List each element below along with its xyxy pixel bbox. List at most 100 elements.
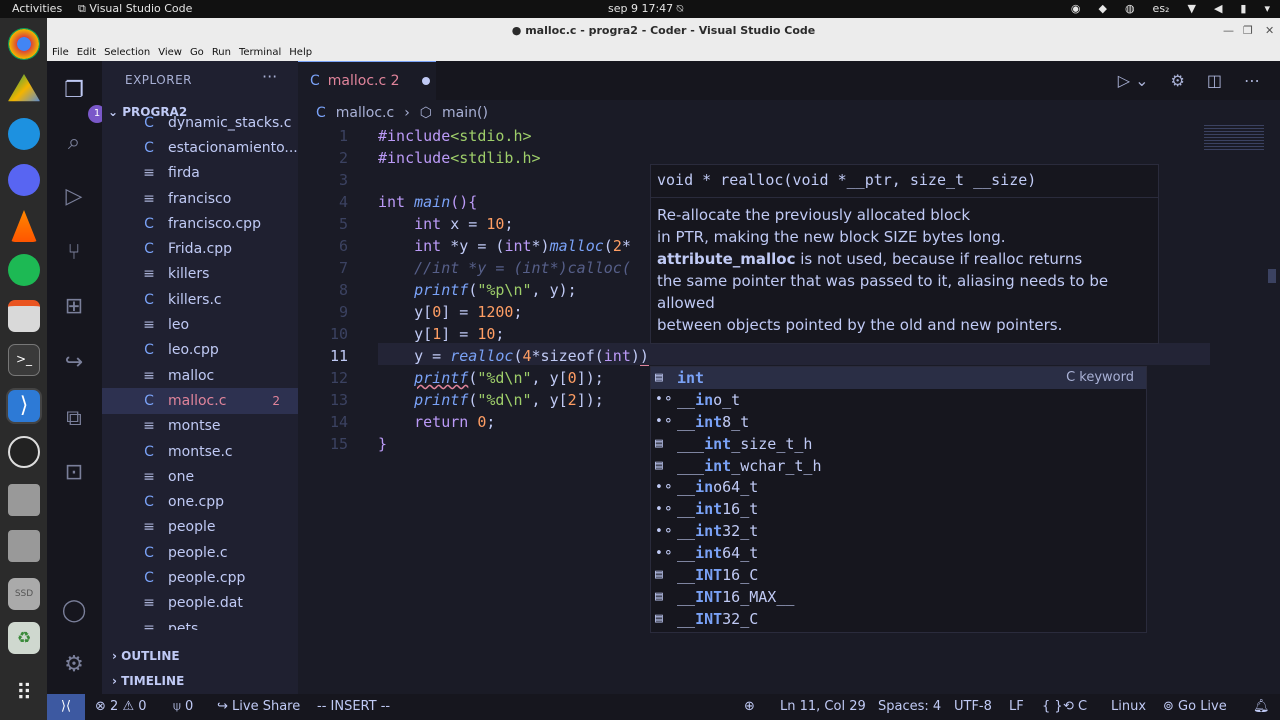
file-item[interactable]: C Frida.cpp [102, 236, 298, 261]
search-icon[interactable]: ⌕ [60, 129, 88, 157]
activities-button[interactable]: Activities [12, 2, 62, 15]
braces-icon[interactable]: { } [1042, 699, 1063, 714]
account-icon[interactable]: ◯ [60, 597, 88, 625]
suggestion-item[interactable]: ▤ __ INT 16_C [651, 564, 1146, 586]
file-item[interactable]: Cpeople.c [102, 540, 298, 565]
app-menu[interactable]: ⧉ Visual Studio Code [78, 2, 192, 16]
file-item[interactable]: ≡ people [102, 515, 298, 540]
file-item[interactable]: Cdynamic_stacks.c [102, 110, 298, 135]
more-actions-icon[interactable]: ⋯ [1244, 71, 1260, 90]
end-of-line[interactable]: LF [1009, 699, 1024, 714]
discord-icon[interactable] [8, 164, 40, 196]
suggestion-item[interactable]: •⚬ __ in o_t [651, 389, 1146, 411]
vlc-icon[interactable] [11, 210, 37, 242]
outline-section[interactable]: › OUTLINE [112, 649, 180, 663]
disk-icon[interactable] [8, 484, 40, 516]
maximize-button[interactable]: ❐ [1243, 24, 1253, 37]
indentation[interactable]: Spaces: 4 [878, 699, 941, 714]
ssd-icon[interactable]: SSD [8, 578, 40, 610]
menu-file[interactable]: File [52, 47, 69, 58]
timeline-section[interactable]: › TIMELINE [112, 674, 184, 688]
run-debug-icon[interactable]: ▷ [60, 183, 88, 211]
spotify-icon[interactable] [8, 254, 40, 286]
file-item[interactable]: Cmalloc.c 2 [102, 388, 298, 414]
suggestion-item[interactable]: •⚬ __ int 16_t [651, 498, 1146, 520]
language-mode[interactable]: ⟲ C [1063, 699, 1087, 714]
live-share-icon[interactable]: ↪ [60, 349, 88, 377]
file-item[interactable]: ≡ pets [102, 616, 298, 630]
file-item[interactable]: ≡ killers [102, 262, 298, 287]
os-indicator[interactable]: Linux [1111, 699, 1146, 714]
chrome-icon[interactable] [8, 28, 40, 60]
go-live-button[interactable]: ⊚ Go Live [1163, 699, 1227, 714]
vscode-icon[interactable]: ⟩ [8, 390, 40, 422]
menu-edit[interactable]: Edit [77, 47, 96, 58]
suggestion-item[interactable]: ▤ ___ int _size_t_h [651, 433, 1146, 455]
file-item[interactable]: Cpeople.cpp [102, 565, 298, 590]
scrollbar-marker[interactable] [1268, 269, 1276, 283]
file-item[interactable]: Cmontse.c [102, 439, 298, 464]
files-icon[interactable] [8, 300, 40, 332]
menu-view[interactable]: View [158, 47, 182, 58]
menu-selection[interactable]: Selection [104, 47, 150, 58]
file-item[interactable]: Cfrancisco.cpp [102, 211, 298, 236]
trash-icon[interactable]: ♻ [8, 622, 40, 654]
minimap[interactable] [1204, 125, 1264, 150]
obs-icon[interactable] [8, 436, 40, 468]
encoding[interactable]: UTF-8 [954, 699, 992, 714]
file-item[interactable]: Cestacionamiento... [102, 135, 298, 160]
file-item[interactable]: ≡ montse [102, 414, 298, 439]
explorer-files-icon[interactable]: ❐ 1 [60, 77, 106, 123]
file-item[interactable]: ≡ firda [102, 161, 298, 186]
clock[interactable]: sep 9 17:47 ⍉ [608, 2, 683, 16]
close-button[interactable]: ✕ [1265, 24, 1274, 37]
file-item[interactable]: ≡ people.dat [102, 591, 298, 616]
explorer-more-button[interactable]: ··· [262, 67, 277, 86]
cursor-position[interactable]: Ln 11, Col 29 [780, 699, 866, 714]
file-item[interactable]: ≡ leo [102, 312, 298, 337]
file-item[interactable]: Ckillers.c [102, 287, 298, 312]
extensions-icon[interactable]: ⊞ [60, 293, 88, 321]
settings-gear-icon[interactable]: ⚙ [1171, 71, 1185, 90]
suggestion-item[interactable]: •⚬ __ in o64_t [651, 476, 1146, 498]
file-item[interactable]: ≡ one [102, 464, 298, 489]
zoom-icon[interactable]: ⊕ [744, 699, 755, 714]
menu-help[interactable]: Help [289, 47, 312, 58]
suggestion-item[interactable]: •⚬ __ int 32_t [651, 520, 1146, 542]
ports-indicator[interactable]: ⍦ 0 [173, 699, 193, 714]
settings-gear-icon[interactable]: ⚙ [60, 651, 88, 679]
menu-run[interactable]: Run [212, 47, 231, 58]
source-control-icon[interactable]: ⑂ [60, 239, 88, 267]
suggestion-item[interactable]: •⚬ __ int 8_t [651, 411, 1146, 433]
app-grid-icon[interactable]: ⠿ [8, 678, 40, 710]
chat-icon[interactable]: ⊡ [60, 459, 88, 487]
split-editor-icon[interactable]: ◫ [1207, 71, 1222, 90]
menu-go[interactable]: Go [190, 47, 204, 58]
run-file-icon[interactable]: ▷ ⌄ [1118, 71, 1149, 90]
file-item[interactable]: ≡ malloc [102, 363, 298, 388]
minimize-button[interactable]: — [1223, 24, 1234, 37]
suggestion-item[interactable]: ▤ int C keyword [651, 367, 1146, 389]
suggestion-item[interactable]: ▤ __ INT 16_MAX__ [651, 586, 1146, 608]
remote-explorer-icon[interactable]: ⧉ [60, 405, 88, 433]
file-item[interactable]: ≡ francisco [102, 186, 298, 211]
problems-indicator[interactable]: ⊗ 2 ⚠ 0 [95, 699, 147, 714]
remote-indicator-icon[interactable]: ⟩⟨ [47, 694, 85, 720]
breadcrumb-file[interactable]: malloc.c [336, 105, 394, 121]
terminal-icon[interactable]: >_ [8, 344, 40, 376]
suggestion-item[interactable]: ▤ __ INT 32_C [651, 608, 1146, 630]
system-tray[interactable]: ◉ ◆ ◍ es₂ ▼ ◀ ▮ ▾ [1071, 2, 1270, 15]
google-drive-icon[interactable] [8, 74, 40, 102]
file-item[interactable]: Cone.cpp [102, 489, 298, 514]
suggestion-item[interactable]: •⚬ __ int 64_t [651, 542, 1146, 564]
docker-icon[interactable] [8, 118, 40, 150]
disk2-icon[interactable] [8, 530, 40, 562]
breadcrumb-symbol[interactable]: main() [442, 105, 488, 121]
notifications-bell-icon[interactable]: 🔔︎ [1253, 699, 1270, 714]
menu-terminal[interactable]: Terminal [239, 47, 281, 58]
unsaved-dot-icon[interactable] [421, 77, 430, 85]
tab-malloc-c[interactable]: C malloc.c 2 [298, 61, 436, 100]
live-share-button[interactable]: ↪ Live Share [217, 699, 300, 714]
file-item[interactable]: Cleo.cpp [102, 338, 298, 363]
suggestion-item[interactable]: ▤ ___ int _wchar_t_h [651, 455, 1146, 477]
